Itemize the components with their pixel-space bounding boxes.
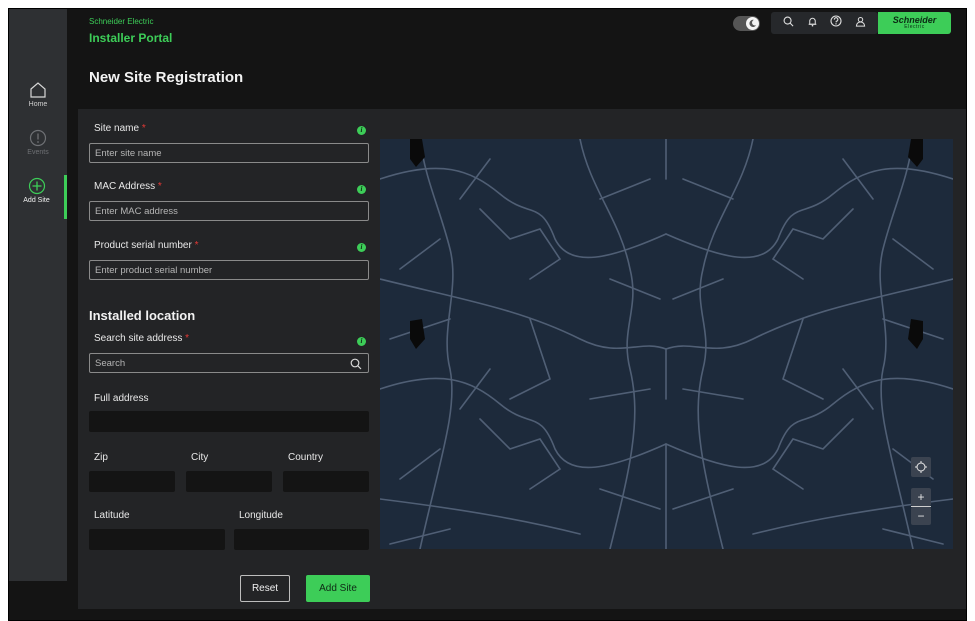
info-icon[interactable]: i bbox=[357, 185, 366, 194]
country-field[interactable] bbox=[283, 471, 369, 492]
site-name-input[interactable] bbox=[89, 143, 369, 163]
logo-subtext: Electric bbox=[904, 24, 925, 30]
longitude-label: Longitude bbox=[239, 510, 283, 521]
serial-number-label: Product serial number * bbox=[94, 240, 199, 251]
sidebar-item-label: Add Site bbox=[23, 197, 50, 204]
city-field[interactable] bbox=[186, 471, 272, 492]
reset-button[interactable]: Reset bbox=[240, 575, 290, 602]
add-circle-icon bbox=[28, 175, 46, 197]
longitude-field[interactable] bbox=[234, 529, 369, 550]
page-title: New Site Registration bbox=[89, 69, 244, 86]
required-mark: * bbox=[194, 240, 199, 251]
address-search-input[interactable] bbox=[89, 353, 369, 373]
installed-location-heading: Installed location bbox=[89, 308, 196, 323]
search-icon[interactable] bbox=[350, 357, 362, 370]
required-mark: * bbox=[157, 181, 162, 192]
sidebar-item-add-site[interactable]: Add Site bbox=[9, 175, 67, 219]
moon-icon bbox=[746, 17, 759, 30]
serial-number-input[interactable] bbox=[89, 260, 369, 280]
location-map[interactable]: + − bbox=[380, 139, 953, 549]
zip-label: Zip bbox=[94, 452, 108, 463]
sidebar-item-home[interactable]: Home bbox=[9, 79, 67, 123]
zip-field[interactable] bbox=[89, 471, 175, 492]
portal-title: Installer Portal bbox=[89, 31, 173, 45]
home-icon bbox=[29, 79, 47, 101]
info-icon[interactable]: i bbox=[357, 126, 366, 135]
city-label: City bbox=[191, 452, 209, 463]
bell-icon[interactable] bbox=[807, 14, 818, 32]
latitude-label: Latitude bbox=[94, 510, 130, 521]
zoom-in-button[interactable]: + bbox=[911, 488, 931, 506]
required-mark: * bbox=[185, 333, 190, 344]
alert-icon bbox=[29, 127, 47, 149]
help-icon[interactable] bbox=[830, 14, 842, 32]
info-icon[interactable]: i bbox=[357, 243, 366, 252]
country-label: Country bbox=[288, 452, 324, 463]
sidebar: Home Events Add Site bbox=[9, 9, 67, 581]
locate-button[interactable] bbox=[911, 457, 931, 477]
schneider-logo: Schneider Electric bbox=[878, 12, 951, 34]
required-mark: * bbox=[141, 123, 146, 134]
latitude-field[interactable] bbox=[89, 529, 225, 550]
sidebar-item-events[interactable]: Events bbox=[9, 127, 67, 171]
header-toolbar bbox=[771, 12, 878, 34]
mac-address-label: MAC Address * bbox=[94, 181, 162, 192]
site-registration-form: Site name * i MAC Address * i Product se… bbox=[78, 109, 378, 609]
user-icon[interactable] bbox=[855, 14, 866, 32]
zoom-out-button[interactable]: − bbox=[911, 507, 931, 525]
theme-toggle[interactable] bbox=[733, 16, 760, 31]
site-name-label: Site name * bbox=[94, 123, 146, 134]
search-address-label: Search site address * bbox=[94, 333, 190, 344]
search-icon[interactable] bbox=[783, 14, 794, 32]
company-name: Schneider Electric bbox=[89, 17, 154, 26]
full-address-label: Full address bbox=[94, 393, 149, 404]
map-roads bbox=[380, 139, 953, 549]
crosshair-icon bbox=[915, 461, 927, 473]
sidebar-item-label: Events bbox=[27, 149, 49, 156]
full-address-field[interactable] bbox=[89, 411, 369, 432]
add-site-button[interactable]: Add Site bbox=[306, 575, 370, 602]
sidebar-item-label: Home bbox=[28, 101, 48, 108]
info-icon[interactable]: i bbox=[357, 337, 366, 346]
mac-address-input[interactable] bbox=[89, 201, 369, 221]
registration-card: Site name * i MAC Address * i Product se… bbox=[78, 109, 966, 609]
app-window: Home Events Add Site Schneider Electric … bbox=[8, 8, 967, 621]
